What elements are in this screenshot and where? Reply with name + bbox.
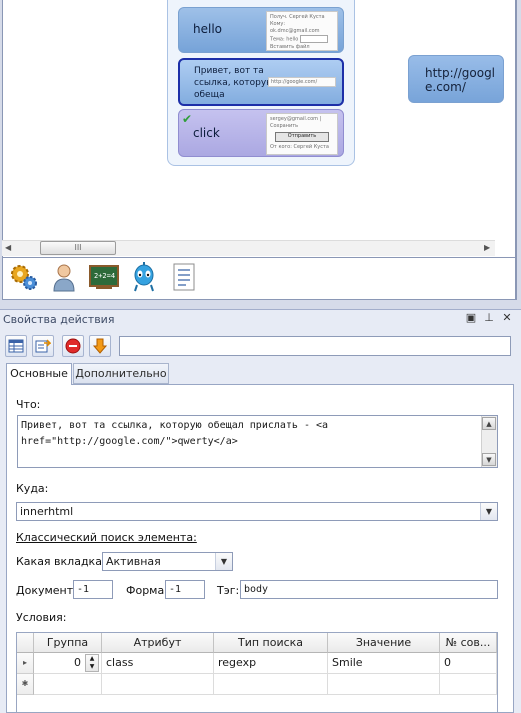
action-thumbnail: sergey@gmail.com | Сохранить Отправить О… xyxy=(266,113,338,155)
table-cell-group[interactable]: 0 ▲ ▼ xyxy=(34,653,102,674)
column-header-search-type[interactable]: Тип поиска xyxy=(214,633,328,653)
svg-text:2+2=4: 2+2=4 xyxy=(94,272,115,280)
document-label: Документ: xyxy=(16,584,77,597)
thumb-line: От кого: Сергей Куста xyxy=(270,144,329,150)
where-select[interactable]: innerhtml ▼ xyxy=(16,502,498,521)
scroll-right-icon[interactable]: ▶ xyxy=(484,243,490,252)
new-row-cell[interactable] xyxy=(102,674,214,695)
conditions-label: Условия: xyxy=(16,611,67,624)
browser-tab-label: Какая вкладка: xyxy=(16,555,106,568)
gears-icon[interactable] xyxy=(7,260,41,294)
tab-main[interactable]: Основные xyxy=(6,363,72,385)
what-textarea[interactable]: Привет, вот та ссылка, которую обещал пр… xyxy=(17,415,498,468)
action-sequence-container: hello Получ. Сергей Куста Кому: ok.dmc@g… xyxy=(167,0,355,166)
table-cell-match-number[interactable]: 0 xyxy=(440,653,497,674)
action-name-field[interactable] xyxy=(119,336,511,356)
app-toolbar: 2+2=4 xyxy=(2,258,516,300)
scroll-left-icon[interactable]: ◀ xyxy=(5,243,11,252)
column-header-match-number[interactable]: № сов... xyxy=(440,633,497,653)
pane-border xyxy=(515,0,517,300)
list-document-icon[interactable] xyxy=(167,260,201,294)
scroll-down-icon[interactable]: ▼ xyxy=(482,453,496,466)
chalkboard-icon[interactable]: 2+2=4 xyxy=(87,260,121,294)
document-field[interactable]: -1 xyxy=(73,580,113,599)
thumb-line: Тема: hello xyxy=(270,35,334,44)
tab-advanced[interactable]: Дополнительно xyxy=(73,363,169,384)
thumb-line: sergey@gmail.com | Сохранить xyxy=(270,116,322,129)
thumb-send-button: Отправить xyxy=(275,132,329,142)
thumb-line: Получ. Сергей Куста xyxy=(270,14,325,20)
table-cell-value[interactable]: Smile xyxy=(328,653,440,674)
action-card-label: click xyxy=(193,126,220,140)
action-thumbnail: http://google.com/ xyxy=(268,77,336,87)
column-header-value[interactable]: Значение xyxy=(328,633,440,653)
thumb-line: Вставить файл xyxy=(270,43,310,50)
thumb-line: Кому: ok.dmc@gmail.com xyxy=(270,21,320,34)
thumb-line: http://google.com/ xyxy=(271,79,318,85)
chevron-down-icon[interactable]: ▼ xyxy=(480,503,497,520)
download-arrow-icon[interactable] xyxy=(89,335,111,357)
where-label: Куда: xyxy=(16,482,49,495)
action-thumbnail: Получ. Сергей Куста Кому: ok.dmc@gmail.c… xyxy=(266,11,338,51)
what-label: Что: xyxy=(16,398,41,411)
check-icon: ✔ xyxy=(182,112,193,126)
classic-search-heading: Классический поиск элемента: xyxy=(16,531,197,544)
table-cell-attribute[interactable]: class xyxy=(102,653,214,674)
spin-stepper-icon[interactable]: ▲ ▼ xyxy=(85,654,99,672)
browser-tab-value: Активная xyxy=(106,555,161,568)
row-selector[interactable]: ▸ xyxy=(17,653,34,674)
where-value: innerhtml xyxy=(20,505,74,518)
new-row-cell[interactable] xyxy=(328,674,440,695)
form-field[interactable]: -1 xyxy=(165,580,205,599)
new-row-marker[interactable]: ✱ xyxy=(17,674,34,695)
action-card-label: Привет, вот та ссылка, которую обеща xyxy=(194,66,274,100)
alien-icon[interactable] xyxy=(127,260,161,294)
action-card-url[interactable]: http://google.com/ xyxy=(408,55,504,103)
export-icon[interactable] xyxy=(32,335,54,357)
script-canvas[interactable]: hello Получ. Сергей Куста Кому: ok.dmc@g… xyxy=(2,0,516,258)
form-label: Форма: xyxy=(126,584,168,597)
tag-field[interactable]: body xyxy=(240,580,498,599)
action-card-hello[interactable]: hello Получ. Сергей Куста Кому: ok.dmc@g… xyxy=(178,7,344,53)
browser-tab-select[interactable]: Активная ▼ xyxy=(102,552,233,571)
table-icon[interactable] xyxy=(5,335,27,357)
scrollbar-thumb[interactable]: III xyxy=(40,241,116,255)
table-cell-search-type[interactable]: regexp xyxy=(214,653,328,674)
chevron-down-icon[interactable]: ▼ xyxy=(215,553,232,570)
close-icon[interactable]: ✕ xyxy=(500,311,514,325)
restore-icon[interactable]: ▣ xyxy=(464,311,478,325)
action-card-label: hello xyxy=(193,22,222,36)
scroll-up-icon[interactable]: ▲ xyxy=(482,417,496,430)
panel-title: Свойства действия xyxy=(3,313,115,326)
action-card-set-value[interactable]: Привет, вот та ссылка, которую обеща htt… xyxy=(178,58,344,106)
action-card-click[interactable]: ✔ click sergey@gmail.com | Сохранить Отп… xyxy=(178,109,344,157)
new-row-cell[interactable] xyxy=(214,674,328,695)
user-icon[interactable] xyxy=(47,260,81,294)
tag-label: Тэг: xyxy=(217,584,240,597)
column-header-attribute[interactable]: Атрибут xyxy=(102,633,214,653)
new-row-cell[interactable] xyxy=(440,674,497,695)
grid-corner xyxy=(17,633,34,653)
new-row-cell[interactable] xyxy=(34,674,102,695)
stop-icon[interactable] xyxy=(62,335,84,357)
group-value: 0 xyxy=(74,656,81,669)
column-header-group[interactable]: Группа xyxy=(34,633,102,653)
action-card-label: http://google.com/ xyxy=(425,66,496,94)
pin-icon[interactable]: ⊥ xyxy=(482,311,496,325)
